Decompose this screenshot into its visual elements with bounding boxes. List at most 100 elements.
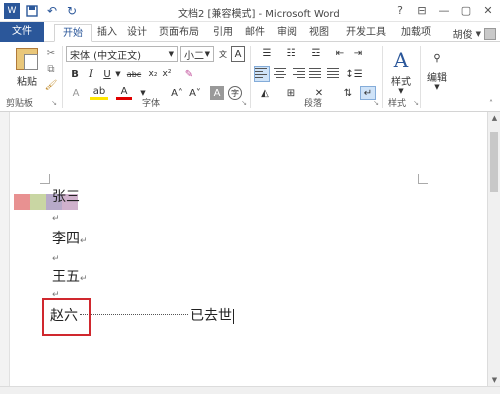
- numbering-icon[interactable]: ☷: [280, 46, 302, 60]
- word-app-icon[interactable]: W: [4, 3, 20, 19]
- paragraph-launcher-icon[interactable]: ↘: [372, 98, 380, 108]
- text-cursor: [233, 308, 234, 324]
- line-text: 王五: [52, 269, 80, 285]
- help-button[interactable]: ?: [390, 2, 410, 19]
- clear-formatting-icon[interactable]: ✎: [182, 66, 196, 82]
- chevron-down-icon: ▼: [475, 29, 481, 38]
- restore-ribbon-button[interactable]: ⊟: [412, 2, 432, 19]
- align-center-icon[interactable]: [272, 66, 288, 82]
- editing-button[interactable]: 编辑: [422, 70, 452, 84]
- line-spacing-icon[interactable]: ↕☰: [344, 66, 364, 82]
- chevron-down-icon[interactable]: ▼: [432, 82, 442, 92]
- divider: [382, 46, 383, 108]
- swatch: [30, 194, 46, 210]
- multilevel-list-icon[interactable]: ☲: [304, 46, 328, 60]
- paragraph-mark: ↵: [80, 236, 88, 246]
- margin-marker: [418, 174, 428, 184]
- styles-button[interactable]: 样式: [386, 74, 416, 88]
- close-button[interactable]: ✕: [478, 2, 498, 19]
- document-line-2[interactable]: 李四↵: [52, 228, 88, 248]
- distributed-icon[interactable]: [326, 66, 342, 82]
- collapse-ribbon-icon[interactable]: ˄: [486, 98, 496, 108]
- grow-font-icon[interactable]: A˄: [170, 86, 184, 100]
- text-effects-icon[interactable]: A: [68, 86, 84, 100]
- subscript-button[interactable]: x₂: [146, 66, 160, 82]
- scroll-down-icon[interactable]: ▼: [488, 374, 500, 386]
- avatar: [484, 27, 496, 40]
- line-text: 张三: [52, 189, 80, 205]
- font-size-value: 小二: [184, 50, 204, 62]
- clipboard-icon: [16, 48, 38, 70]
- line-text: 李四: [52, 231, 80, 247]
- italic-button[interactable]: I: [84, 66, 98, 82]
- document-line-1[interactable]: 张三: [52, 186, 80, 206]
- tab-view[interactable]: 视图: [306, 24, 332, 42]
- clipboard-launcher-icon[interactable]: ↘: [50, 98, 58, 108]
- styles-group-label: 样式: [388, 99, 407, 109]
- tab-design[interactable]: 设计: [124, 24, 150, 42]
- maximize-button[interactable]: ▢: [456, 2, 476, 19]
- copy-icon[interactable]: ⧉: [44, 62, 58, 76]
- document-canvas[interactable]: [0, 112, 487, 386]
- undo-icon[interactable]: ↶: [44, 3, 60, 19]
- horizontal-scrollbar[interactable]: [0, 386, 500, 394]
- tab-insert[interactable]: 插入: [94, 24, 120, 42]
- decrease-indent-icon[interactable]: ⇤: [332, 46, 348, 60]
- divider: [62, 46, 63, 108]
- divider: [250, 46, 251, 108]
- superscript-button[interactable]: x²: [160, 66, 174, 82]
- chevron-down-icon[interactable]: ▼: [114, 66, 122, 82]
- document-line-3[interactable]: 王五↵: [52, 266, 88, 286]
- increase-indent-icon[interactable]: ⇥: [350, 46, 366, 60]
- paste-label[interactable]: 粘贴: [12, 74, 42, 88]
- borders-icon[interactable]: ⊞: [280, 86, 302, 100]
- tab-developer[interactable]: 开发工具: [340, 24, 392, 42]
- phonetic-guide-icon[interactable]: 文: [216, 46, 230, 62]
- highlight-box: [42, 298, 91, 336]
- scroll-up-icon[interactable]: ▲: [488, 112, 500, 124]
- format-painter-icon[interactable]: 🖌: [44, 78, 58, 92]
- user-name: 胡俊: [452, 30, 473, 41]
- highlight-color-icon[interactable]: ab: [90, 86, 108, 100]
- character-border-icon[interactable]: A: [231, 46, 245, 62]
- font-launcher-icon[interactable]: ↘: [240, 98, 248, 108]
- justify-icon[interactable]: [308, 66, 324, 82]
- bullets-icon[interactable]: ☰: [256, 46, 278, 60]
- minimize-button[interactable]: —: [434, 2, 454, 19]
- strikethrough-button[interactable]: abc: [124, 66, 144, 82]
- font-color-icon[interactable]: A: [116, 86, 132, 100]
- character-shading-icon[interactable]: A: [210, 86, 224, 100]
- tab-references[interactable]: 引用: [210, 24, 236, 42]
- sort-icon[interactable]: ⇅: [340, 86, 356, 100]
- binoculars-icon[interactable]: ⚲: [424, 46, 450, 70]
- tab-addins[interactable]: 加载项: [397, 24, 435, 42]
- align-right-icon[interactable]: [290, 66, 306, 82]
- styles-launcher-icon[interactable]: ↘: [412, 98, 420, 108]
- underline-button[interactable]: U: [100, 66, 114, 82]
- tab-file[interactable]: 文件: [0, 22, 44, 42]
- user-account[interactable]: 胡俊 ▼: [453, 26, 496, 41]
- paste-button[interactable]: [14, 46, 40, 72]
- styles-icon[interactable]: A: [388, 46, 414, 74]
- tab-review[interactable]: 审阅: [274, 24, 300, 42]
- cut-icon[interactable]: ✂: [44, 46, 58, 60]
- font-size-select[interactable]: 小二 ▼: [180, 46, 214, 62]
- align-left-icon[interactable]: [254, 66, 270, 82]
- shrink-font-icon[interactable]: A˅: [188, 86, 202, 100]
- font-name-select[interactable]: 宋体 (中文正文) ▼: [66, 46, 178, 62]
- margin-marker: [40, 174, 50, 184]
- redo-icon[interactable]: ↻: [64, 3, 80, 19]
- chevron-down-icon[interactable]: ▼: [396, 86, 406, 96]
- vertical-scrollbar[interactable]: ▲ ▼: [487, 112, 500, 386]
- shading-icon[interactable]: ◭: [254, 86, 276, 100]
- tab-page-layout[interactable]: 页面布局: [153, 24, 205, 42]
- save-icon[interactable]: [24, 3, 40, 19]
- paragraph-mark: ↵: [80, 274, 88, 284]
- scrollbar-thumb[interactable]: [490, 132, 498, 192]
- tab-mailings[interactable]: 邮件: [242, 24, 268, 42]
- clipboard-group-label: 剪贴板: [6, 99, 34, 109]
- tab-home[interactable]: 开始: [54, 24, 92, 42]
- bold-button[interactable]: B: [68, 66, 82, 82]
- chevron-down-icon: ▼: [168, 50, 174, 58]
- chevron-down-icon: ▼: [204, 50, 210, 58]
